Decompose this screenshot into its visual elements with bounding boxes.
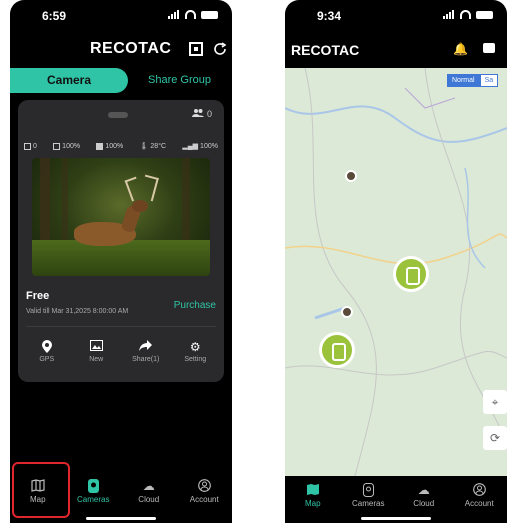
refresh-map-icon[interactable]: ⟳ (483, 426, 507, 450)
plan-validity: Valid till Mar 31,2025 8:00:00 AM (26, 308, 129, 315)
battery-icon (201, 10, 218, 19)
camera-name-placeholder (108, 112, 128, 118)
pin-icon (26, 340, 68, 354)
status-icons (443, 10, 493, 19)
status-bar: 6:59 (10, 0, 232, 30)
account-icon (455, 482, 503, 499)
nav-map[interactable]: Map (289, 483, 337, 508)
camera-icon (69, 478, 117, 495)
location-dot[interactable] (341, 306, 353, 318)
temperature-stat: 🌡 28°C (139, 142, 167, 151)
signal-bars-icon: ▂▄▆ (182, 143, 199, 150)
purchase-link[interactable]: Purchase (174, 300, 216, 311)
camera-card[interactable]: 0 0 100% 100% 🌡 28°C ▂▄▆ 100% Free Valid t… (18, 100, 224, 382)
nav-cloud[interactable]: ☁ Cloud (125, 479, 173, 504)
share-indicator: 0 (191, 108, 212, 119)
bottom-navigation: Map Cameras ☁ Cloud Account (285, 475, 507, 515)
locate-icon[interactable]: ⌖ (483, 390, 507, 414)
qr-scan-icon[interactable] (188, 41, 204, 57)
wifi-icon (460, 10, 471, 19)
map-tab-highlight-box (12, 462, 70, 518)
map-type-normal[interactable]: Normal (447, 74, 480, 87)
share-button[interactable]: Share(1) (125, 340, 167, 363)
app-header: RECOTAC (10, 38, 232, 62)
nav-account[interactable]: Account (180, 478, 228, 504)
battery-icon (476, 10, 493, 19)
camera-map-pin[interactable] (319, 332, 355, 368)
users-icon (191, 108, 204, 119)
map-view[interactable]: Normal Sa ⌖ ⟳ (285, 68, 507, 476)
setting-button[interactable]: ⚙ Setting (174, 340, 216, 363)
sd-card-stat: 100% (53, 142, 80, 150)
battery-level-icon (96, 142, 104, 150)
photos-stat: 0 (24, 142, 37, 150)
message-icon[interactable] (483, 43, 495, 53)
app-header: RECOTAC 🔔 (285, 38, 507, 62)
tab-camera[interactable]: Camera (10, 68, 128, 93)
signal-icon (168, 10, 180, 19)
camera-group-tabs: Camera Share Group (10, 68, 232, 93)
home-indicator (361, 517, 431, 520)
camera-map-pin[interactable] (393, 256, 429, 292)
phone-map-screen: 9:34 RECOTAC 🔔 Normal Sa ⌖ ⟳ Map Cameras… (285, 0, 507, 523)
status-bar: 9:34 (285, 0, 507, 30)
map-icon (289, 483, 337, 499)
status-time: 6:59 (42, 9, 67, 23)
nav-cloud[interactable]: ☁ Cloud (400, 483, 448, 508)
status-time: 9:34 (317, 9, 342, 23)
battery-stat: 100% (96, 142, 123, 150)
map-type-satellite[interactable]: Sa (479, 74, 499, 87)
brand-title: RECOTAC (291, 42, 360, 58)
nav-cameras[interactable]: Cameras (344, 482, 392, 508)
wifi-icon (185, 10, 196, 19)
home-indicator (86, 517, 156, 520)
card-divider (26, 326, 216, 327)
location-dot[interactable] (345, 170, 357, 182)
checkbox-icon (24, 142, 31, 150)
nav-account[interactable]: Account (455, 482, 503, 508)
gps-button[interactable]: GPS (26, 340, 68, 363)
map-type-toggle: Normal Sa (447, 74, 499, 87)
camera-icon (344, 482, 392, 499)
brand-title: RECOTAC (90, 40, 172, 57)
cloud-icon: ☁ (417, 482, 430, 497)
plan-name: Free (26, 290, 50, 302)
signal-icon (443, 10, 455, 19)
camera-stats: 0 100% 100% 🌡 28°C ▂▄▆ 100% (24, 142, 218, 150)
phone-cameras-screen: 6:59 RECOTAC Camera Share Group 0 0 100% (10, 0, 232, 523)
tab-share-group[interactable]: Share Group (148, 68, 232, 93)
cloud-icon: ☁ (142, 478, 155, 493)
nav-cameras[interactable]: Cameras (69, 478, 117, 504)
new-photos-button[interactable]: New (75, 340, 117, 363)
share-count: 0 (206, 108, 212, 119)
status-icons (168, 10, 218, 19)
account-icon (180, 478, 228, 495)
latest-photo-thumbnail[interactable] (32, 158, 210, 276)
signal-stat: ▂▄▆ 100% (182, 142, 218, 151)
refresh-icon[interactable] (212, 41, 228, 57)
sd-card-icon (53, 142, 61, 150)
bell-icon[interactable]: 🔔 (453, 42, 468, 56)
thermometer-icon: 🌡 (139, 143, 149, 150)
photo-icon (75, 340, 117, 354)
share-icon (125, 340, 167, 354)
camera-actions: GPS New Share(1) ⚙ Setting (22, 340, 220, 363)
gear-icon: ⚙ (189, 340, 201, 354)
